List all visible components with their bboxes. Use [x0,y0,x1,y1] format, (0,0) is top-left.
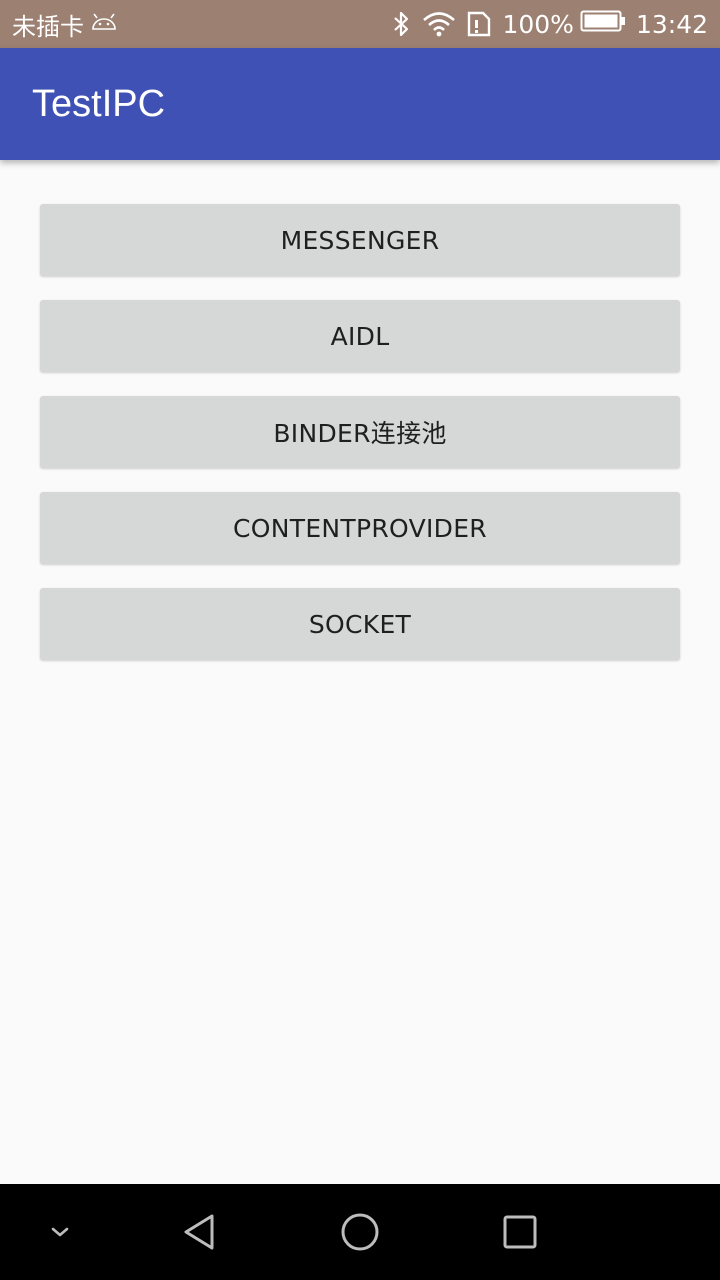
status-right: 100% 13:42 [392,0,708,48]
battery-icon [580,9,626,39]
aidl-button[interactable]: AIDL [40,300,680,372]
status-bar: 未插卡 100% 13:42 [0,0,720,48]
battery-percent: 100% [502,9,574,39]
hide-keyboard-icon[interactable] [12,1184,108,1280]
content-provider-button[interactable]: CONTENTPROVIDER [40,492,680,564]
socket-button[interactable]: SOCKET [40,588,680,660]
clock: 13:42 [635,9,708,39]
no-sim-icon [466,10,492,38]
app-title: TestIPC [32,83,166,125]
navigation-bar [0,1184,720,1280]
home-icon[interactable] [312,1184,408,1280]
sim-status-text: 未插卡 [12,12,84,41]
android-debug-icon [90,10,118,38]
bluetooth-icon [392,10,412,38]
wifi-icon [422,11,456,37]
recents-icon[interactable] [472,1184,568,1280]
messenger-button[interactable]: MESSENGER [40,204,680,276]
binder-pool-button[interactable]: BINDER连接池 [40,396,680,468]
main-content: MESSENGER AIDL BINDER连接池 CONTENTPROVIDER… [0,160,720,1184]
back-icon[interactable] [152,1184,248,1280]
app-bar: TestIPC [0,48,720,160]
status-left: 未插卡 [12,0,118,48]
